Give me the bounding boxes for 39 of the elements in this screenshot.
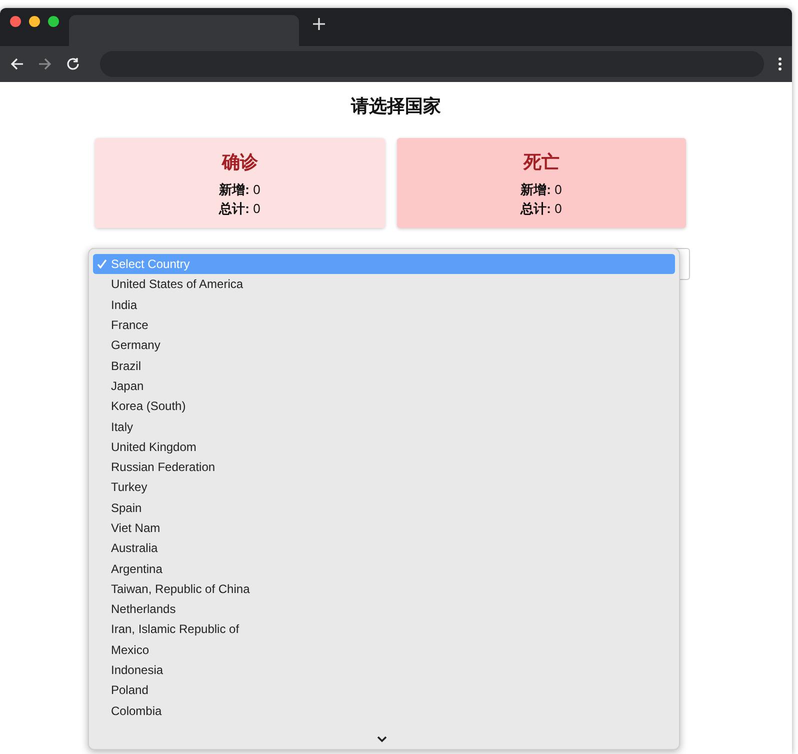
dropdown-option[interactable]: Korea (South) [93,396,675,416]
dropdown-option[interactable]: Iran, Islamic Republic of [93,619,675,640]
dropdown-option[interactable]: Viet Nam [93,518,675,538]
dropdown-option[interactable]: Spain [93,498,675,518]
dropdown-option[interactable]: Poland [93,680,675,701]
check-icon [97,259,107,270]
dropdown-option[interactable]: India [93,294,675,315]
dropdown-option[interactable]: Australia [93,538,675,558]
dropdown-option[interactable]: Italy [93,416,675,437]
dropdown-option[interactable]: Russian Federation [93,456,675,478]
back-icon[interactable] [10,57,24,71]
maximize-window-button[interactable] [48,16,59,26]
reload-icon[interactable] [66,57,80,71]
card-title: 死亡 [523,151,560,174]
close-window-button[interactable] [10,16,21,26]
dropdown-option[interactable]: Argentina [93,558,675,579]
dropdown-option[interactable]: United States of America [93,274,675,295]
dropdown-option[interactable]: United Kingdom [93,436,675,457]
dropdown-option[interactable]: Germany [93,335,675,356]
scroll-down-icon[interactable] [377,736,387,743]
card-title: 确诊 [222,151,258,174]
minimize-window-button[interactable] [29,16,40,26]
dropdown-option[interactable]: Taiwan, Republic of China [93,578,675,600]
menu-icon[interactable] [778,57,782,71]
dropdown-option[interactable]: Colombia [93,700,675,721]
stat-line: 新增: 0 [520,181,562,199]
stat-line: 新增: 0 [219,181,260,199]
dropdown-option[interactable]: Netherlands [93,599,675,620]
stat-line: 总计: 0 [219,200,260,218]
dropdown-option[interactable]: Japan [93,376,675,396]
dropdown-option[interactable]: Turkey [93,477,675,498]
dropdown-option[interactable]: Brazil [93,355,675,376]
page-title: 请选择国家 [350,95,442,118]
forward-icon[interactable] [38,57,52,71]
stat-line: 总计: 0 [520,200,562,218]
dropdown-option[interactable]: France [93,314,675,336]
dropdown-option[interactable]: Mexico [93,640,675,660]
dropdown-option[interactable]: Indonesia [93,660,675,680]
new-tab-icon[interactable] [313,18,325,30]
